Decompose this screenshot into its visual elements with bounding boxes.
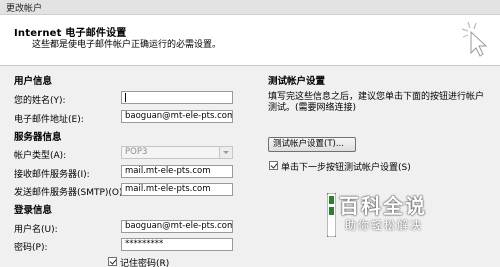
account-type-label: 帐户类型(A):	[14, 151, 67, 161]
email-label: 电子邮件地址(E):	[14, 115, 84, 125]
incoming-server-input[interactable]: mail.mt-ele-pts.com	[121, 165, 233, 178]
test-settings-heading: 测试帐户设置	[268, 76, 326, 87]
outgoing-server-input[interactable]: mail.mt-ele-pts.com	[121, 183, 233, 196]
login-info-heading: 登录信息	[14, 205, 53, 216]
remember-password-checkbox[interactable]	[108, 257, 117, 266]
chevron-down-icon	[219, 147, 232, 158]
password-input[interactable]: *********	[121, 238, 233, 251]
user-info-heading: 用户信息	[14, 76, 53, 87]
account-type-select: POP3	[121, 146, 233, 159]
window-title: 更改帐户	[6, 4, 43, 14]
title-bar: 更改帐户	[0, 0, 500, 15]
name-label: 您的姓名(Y):	[14, 96, 66, 106]
password-label: 密码(P):	[14, 243, 48, 253]
username-input[interactable]: baoguan@mt-ele-pts.com	[121, 220, 233, 233]
test-account-settings-button[interactable]: 测试帐户设置(T)...	[268, 137, 356, 152]
remember-password-label: 记住密码(R)	[120, 259, 170, 267]
email-input[interactable]: baoguan@mt-ele-pts.com	[121, 110, 233, 123]
incoming-server-label: 接收邮件服务器(I):	[14, 170, 90, 180]
server-info-heading: 服务器信息	[14, 132, 62, 143]
text-caret	[125, 93, 126, 102]
dialog-header: Internet 电子邮件设置 这些都是使电子邮件帐户正确运行的必需设置。	[0, 15, 500, 66]
username-label: 用户名(U):	[14, 225, 58, 235]
name-input[interactable]	[121, 91, 233, 104]
mouse-pointer-icon	[461, 21, 488, 57]
change-account-dialog: 更改帐户 Internet 电子邮件设置 这些都是使电子邮件帐户正确运行的必需设…	[0, 0, 500, 267]
outgoing-server-label: 发送邮件服务器(SMTP)(O):	[14, 188, 126, 198]
test-description-line2: 测试。(需要网络连接)	[268, 103, 357, 113]
watermark: 百科全说 助你轻松解决	[327, 190, 487, 245]
watermark-logo-icon	[327, 193, 336, 237]
watermark-tagline: 助你轻松解决	[345, 219, 423, 232]
next-test-checkbox[interactable]	[269, 161, 278, 170]
header-description: 这些都是使电子邮件帐户正确运行的必需设置。	[32, 40, 222, 50]
watermark-brand: 百科全说	[339, 194, 427, 218]
next-test-label: 单击下一步按钮测试帐户设置(S)	[281, 163, 411, 173]
